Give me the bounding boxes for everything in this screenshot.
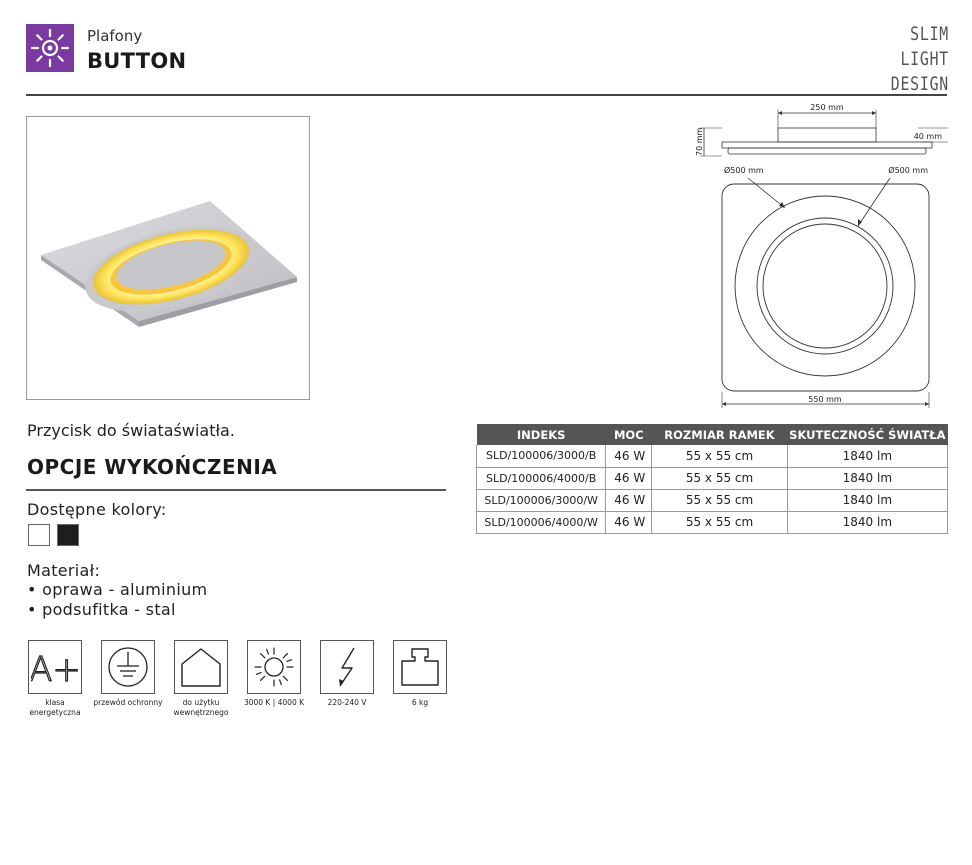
feature-weight: 6 kg <box>393 640 447 708</box>
feature-caption: klasa energetyczna <box>29 698 81 717</box>
sun-icon <box>30 28 70 68</box>
dim-diameter-right: Ø500 mm <box>888 165 928 175</box>
weight-icon <box>401 648 439 686</box>
colors-label: Dostępne kolory: <box>27 500 167 519</box>
svg-text:A+: A+ <box>31 650 79 689</box>
brand-logo <box>26 24 74 72</box>
cell-power: 46 W <box>605 467 653 490</box>
cell-index: SLD/100006/4000/B <box>475 467 607 490</box>
options-heading: OPCJE WYKOŃCZENIA <box>27 455 278 479</box>
cell-power: 46 W <box>605 489 653 512</box>
feature-caption: 6 kg <box>411 698 429 707</box>
lightning-icon <box>339 647 355 687</box>
material-item: • podsufitka - stal <box>27 600 176 619</box>
sun-icon <box>254 647 294 687</box>
dim-width-top: 250 mm <box>810 103 844 112</box>
product-photo <box>26 116 310 400</box>
col-header-index: INDEKS <box>476 424 606 445</box>
ground-icon <box>108 647 148 687</box>
category-label: Plafony <box>87 27 143 45</box>
feature-caption: 220-240 V <box>327 698 367 707</box>
cell-luminous: 1840 lm <box>787 511 949 534</box>
brand-line-1: SLIM LIGHT <box>900 23 949 70</box>
feature-energy-class: A+ klasa energetyczna <box>28 640 82 718</box>
table-row: SLD/100006/4000/W 46 W 55 x 55 cm 1840 l… <box>475 511 949 534</box>
options-divider <box>26 489 446 491</box>
table-row: SLD/100006/4000/B 46 W 55 x 55 cm 1840 l… <box>475 467 949 490</box>
col-header-power: MOC <box>605 424 652 445</box>
table-header-row: INDEKS MOC ROZMIAR RAMEK SKUTECZNOŚĆ ŚWI… <box>476 424 948 445</box>
table-row: SLD/100006/3000/W 46 W 55 x 55 cm 1840 l… <box>475 489 949 512</box>
product-title: BUTTON <box>87 49 187 73</box>
spec-table: INDEKS MOC ROZMIAR RAMEK SKUTECZNOŚĆ ŚWI… <box>475 424 949 534</box>
cell-luminous: 1840 lm <box>787 445 949 468</box>
feature-ground: przewód ochronny <box>93 640 163 708</box>
header-divider <box>26 94 947 96</box>
table-row: SLD/100006/3000/B 46 W 55 x 55 cm 1840 l… <box>475 445 949 468</box>
brand-wordmark: SLIM LIGHT DESIGN <box>849 22 949 97</box>
cell-frame-size: 55 x 55 cm <box>651 445 788 468</box>
energy-class-icon: A+ <box>31 649 79 689</box>
cell-index: SLD/100006/3000/B <box>475 445 607 468</box>
cell-frame-size: 55 x 55 cm <box>651 489 788 512</box>
feature-caption: 3000 K | 4000 K <box>243 698 305 707</box>
col-header-frame-size: ROZMIAR RAMEK <box>651 424 788 445</box>
cell-power: 46 W <box>605 445 653 468</box>
product-description: Przycisk do świataświatła. <box>27 421 235 440</box>
dim-diameter-left: Ø500 mm <box>724 165 764 175</box>
cell-frame-size: 55 x 55 cm <box>651 511 788 534</box>
feature-color-temperature: 3000 K | 4000 K <box>244 640 304 708</box>
cell-power: 46 W <box>605 511 653 534</box>
feature-indoor: do użytku wewnętrznego <box>174 640 228 718</box>
indoor-house-icon <box>181 648 221 687</box>
color-swatch-white[interactable] <box>28 524 50 546</box>
feature-caption: do użytku wewnętrznego <box>173 698 229 717</box>
dim-depth-right: 40 mm <box>914 132 943 141</box>
cell-luminous: 1840 lm <box>787 467 949 490</box>
dim-height-left: 70 mm <box>695 127 704 156</box>
feature-voltage: 220-240 V <box>320 640 374 708</box>
dim-width-bottom: 550 mm <box>808 395 842 404</box>
material-item: • oprawa - aluminium <box>27 580 208 599</box>
material-label: Materiał: <box>27 561 101 580</box>
col-header-luminous: SKUTECZNOŚĆ ŚWIATŁA <box>787 424 948 445</box>
technical-drawing: 250 mm 40 mm 70 mm Ø500 mm Ø500 mm 550 m… <box>690 98 950 418</box>
cell-index: SLD/100006/3000/W <box>475 489 607 512</box>
feature-caption: przewód ochronny <box>93 698 163 707</box>
color-swatch-black[interactable] <box>57 524 79 546</box>
cell-frame-size: 55 x 55 cm <box>651 467 788 490</box>
cell-index: SLD/100006/4000/W <box>475 511 607 534</box>
cell-luminous: 1840 lm <box>787 489 949 512</box>
